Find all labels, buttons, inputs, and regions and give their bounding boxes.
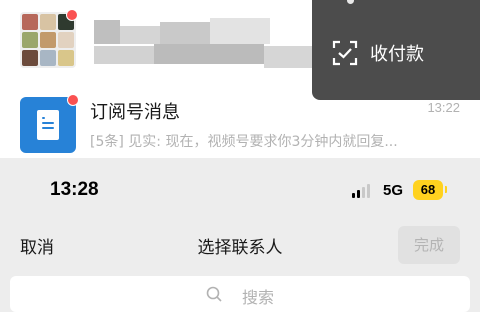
search-placeholder: 搜索 <box>242 288 275 307</box>
menu-item-pay[interactable]: 收付款 <box>370 40 424 66</box>
signal-icon <box>352 184 374 198</box>
subscription-avatar <box>20 97 76 153</box>
battery-tip <box>445 186 447 193</box>
unread-badge <box>67 94 79 106</box>
status-time: 13:28 <box>50 179 99 200</box>
plus-popup-menu: 收付款 <box>312 0 480 100</box>
group-avatar <box>20 12 76 68</box>
network-label: 5G <box>383 182 404 199</box>
done-button[interactable]: 完成 <box>398 226 460 264</box>
doc-icon <box>37 110 59 140</box>
unread-badge <box>66 9 78 21</box>
chat-title: 订阅号消息 <box>90 102 180 123</box>
chat-preview: [5条] 见实: 现在，视频号要求你3分钟内就回复... <box>90 134 398 150</box>
battery-icon: 68 <box>413 180 443 200</box>
redacted-block <box>94 20 120 44</box>
chat-time: 13:22 <box>427 100 460 115</box>
contact-picker-sheet: 13:28 5G 68 取消 选择联系人 完成 搜索 <box>0 158 480 312</box>
menu-indicator <box>347 0 354 4</box>
search-input[interactable]: 搜索 <box>10 276 470 312</box>
scan-pay-icon <box>332 40 358 66</box>
